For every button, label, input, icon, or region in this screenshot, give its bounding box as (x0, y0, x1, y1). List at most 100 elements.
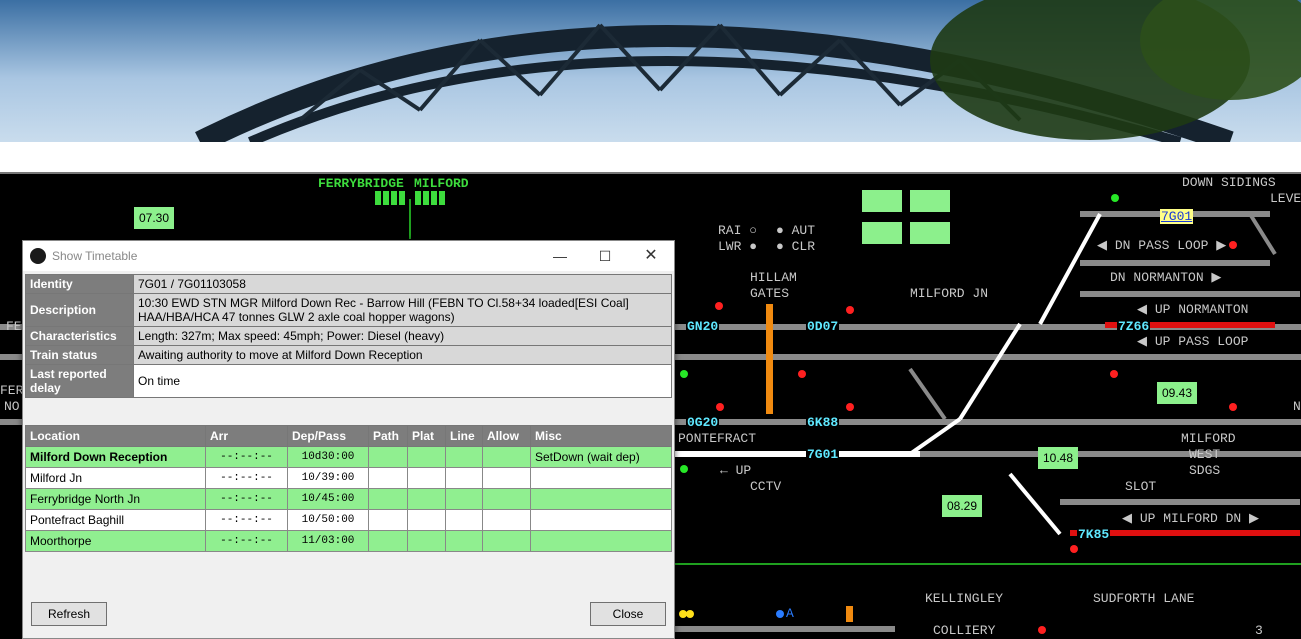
signal-red[interactable] (1110, 370, 1118, 378)
column-header[interactable]: Misc (530, 425, 672, 447)
table-row[interactable]: Ferrybridge North Jn --:--:-- 10/45:00 (25, 488, 672, 510)
signal-red[interactable] (715, 302, 723, 310)
toggle-clr[interactable]: ● CLR (776, 239, 815, 254)
location-label-milford-west: MILFORD (1181, 431, 1236, 446)
train-headcode[interactable]: 0G20 (686, 415, 720, 430)
train-headcode[interactable]: 7Z66 (1117, 319, 1151, 334)
window-title: Show Timetable (52, 249, 138, 263)
signal-green[interactable] (680, 370, 688, 378)
allow-cell (482, 446, 531, 468)
path-cell (368, 446, 408, 468)
column-header[interactable]: Dep/Pass (287, 425, 369, 447)
path-cell (368, 488, 408, 510)
signal-red[interactable] (798, 370, 806, 378)
location-cell: Ferrybridge North Jn (25, 488, 206, 510)
location-label-dn-pass-loop: ◀ DN PASS LOOP ▶ (1097, 238, 1227, 253)
table-row[interactable]: Milford Jn --:--:-- 10/39:00 (25, 467, 672, 489)
area-label-milford: MILFORD (414, 176, 469, 191)
column-header[interactable]: Location (25, 425, 206, 447)
location-label-cctv: CCTV (750, 479, 782, 494)
allow-cell (482, 530, 531, 552)
dep-cell: 10/39:00 (287, 467, 369, 489)
clock-box[interactable]: 09.43 (1157, 382, 1198, 404)
location-label-west: WEST (1189, 447, 1221, 462)
line-cell (445, 488, 483, 510)
train-headcode[interactable]: GN20 (686, 319, 720, 334)
maximize-icon[interactable]: ☐ (594, 245, 616, 267)
path-cell (368, 530, 408, 552)
signal-red[interactable] (716, 403, 724, 411)
signal-red[interactable] (1038, 626, 1046, 634)
level-crossing-marker (766, 304, 773, 414)
plat-cell (407, 530, 446, 552)
location-label-down-sidings: DOWN SIDINGS (1182, 175, 1276, 190)
line-cell (445, 446, 483, 468)
signal-red[interactable] (1229, 403, 1237, 411)
signal-green[interactable] (680, 465, 688, 473)
location-label-dn-normanton: DN NORMANTON ▶ (1110, 270, 1222, 285)
location-label-hillam: HILLAM (750, 270, 797, 285)
table-row[interactable]: Milford Down Reception --:--:-- 10d30:00… (25, 446, 672, 468)
arr-cell: --:--:-- (205, 530, 288, 552)
location-label-sdgs: SDGS (1189, 463, 1221, 478)
signal-red[interactable] (846, 306, 854, 314)
info-row: Train status Awaiting authority to move … (25, 345, 672, 365)
info-key: Train status (25, 345, 134, 365)
misc-cell (530, 488, 672, 510)
indicator-block (910, 222, 950, 244)
toggle-rai[interactable]: RAI ○ (718, 223, 757, 238)
window-titlebar[interactable]: Show Timetable — ☐ ✕ (23, 241, 674, 271)
misc-cell (530, 530, 672, 552)
plat-cell (407, 467, 446, 489)
minimize-icon[interactable]: — (549, 245, 571, 267)
clock-box[interactable]: 08.29 (942, 495, 983, 517)
signal-green[interactable] (1111, 194, 1119, 202)
train-headcode[interactable]: 0D07 (806, 319, 840, 334)
info-key: Description (25, 293, 134, 327)
info-row: Identity 7G01 / 7G01103058 (25, 274, 672, 294)
allow-cell (482, 509, 531, 531)
plat-cell (407, 509, 446, 531)
signal-red[interactable] (1229, 241, 1237, 249)
selected-train-headcode[interactable]: 7G01 (1160, 209, 1194, 224)
location-cell: Moorthorpe (25, 530, 206, 552)
location-cell: Milford Down Reception (25, 446, 206, 468)
dep-cell: 10d30:00 (287, 446, 369, 468)
clock-box[interactable]: 10.48 (1038, 447, 1079, 469)
timetable-window[interactable]: Show Timetable — ☐ ✕ Identity 7G01 / 7G0… (22, 240, 675, 639)
info-row: Description 10:30 EWD STN MGR Milford Do… (25, 293, 672, 327)
signal-blue[interactable] (776, 610, 784, 618)
refresh-button[interactable]: Refresh (31, 602, 107, 626)
close-icon[interactable]: ✕ (640, 245, 662, 267)
location-label-leve: LEVE (1270, 191, 1301, 206)
location-label-gates: GATES (750, 286, 790, 301)
train-headcode[interactable]: 7K85 (1077, 527, 1111, 542)
signal-red[interactable] (1070, 545, 1078, 553)
misc-cell (530, 467, 672, 489)
train-headcode[interactable]: 7G01 (806, 447, 840, 462)
signal-yellow[interactable] (686, 610, 694, 618)
bridge-photo (195, 0, 1301, 142)
toggle-lwr[interactable]: LWR ● (718, 239, 757, 254)
column-header[interactable]: Arr (205, 425, 288, 447)
plat-cell (407, 446, 446, 468)
toggle-aut[interactable]: ● AUT (776, 223, 815, 238)
column-header[interactable]: Line (445, 425, 483, 447)
column-header[interactable]: Plat (407, 425, 446, 447)
berth-indicator (415, 191, 445, 205)
table-row[interactable]: Pontefract Baghill --:--:-- 10/50:00 (25, 509, 672, 531)
signal-red[interactable] (846, 403, 854, 411)
dep-cell: 10/50:00 (287, 509, 369, 531)
table-row[interactable]: Moorthorpe --:--:-- 11/03:00 (25, 530, 672, 552)
close-button[interactable]: Close (590, 602, 666, 626)
train-headcode[interactable]: 6K88 (806, 415, 840, 430)
indicator-block (910, 190, 950, 212)
column-header[interactable]: Path (368, 425, 408, 447)
arr-cell: --:--:-- (205, 509, 288, 531)
info-value: 10:30 EWD STN MGR Milford Down Rec - Bar… (133, 293, 672, 327)
dep-cell: 10/45:00 (287, 488, 369, 510)
clock-box[interactable]: 07.30 (134, 207, 175, 229)
column-header[interactable]: Allow (482, 425, 531, 447)
location-label-kellingley: KELLINGLEY (925, 591, 1004, 606)
edge-label-fe: FE (6, 319, 22, 334)
